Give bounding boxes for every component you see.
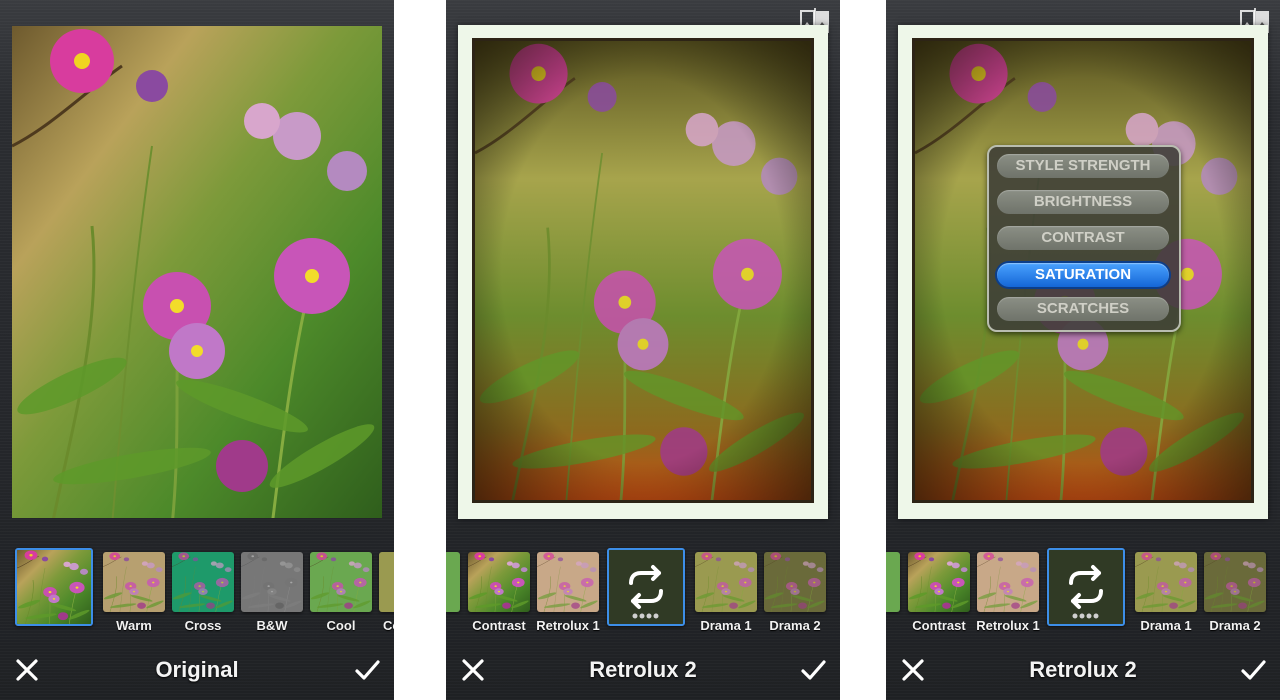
filter-thumb-partial[interactable]: [886, 552, 900, 612]
filter-thumb-drama2[interactable]: [1204, 552, 1266, 612]
filter-strip[interactable]: Contrast Retrolux 1 Drama 1 Drama 2: [886, 548, 1280, 633]
menu-item-brightness[interactable]: BRIGHTNESS: [997, 190, 1169, 214]
editor-panel-retrolux-menu: Contrast Retrolux 1 Drama 1 Drama 2 Retr…: [886, 0, 1280, 700]
filter-thumb-retrolux1[interactable]: [537, 552, 599, 612]
filter-thumb-bw[interactable]: [241, 552, 303, 612]
editor-panel-original: Warm Cross B&W Cool Co Original: [0, 0, 394, 700]
bottom-bar: Retrolux 2: [446, 645, 840, 697]
menu-item-saturation[interactable]: SATURATION: [997, 263, 1169, 287]
filter-thumb-drama1[interactable]: [1135, 552, 1197, 612]
filter-thumb-contrast[interactable]: [908, 552, 970, 612]
photo-preview: [458, 25, 828, 519]
filter-thumb-drama2[interactable]: [764, 552, 826, 612]
checkmark-icon[interactable]: [352, 655, 382, 685]
filter-label: Retrolux 1: [976, 618, 1040, 633]
filter-thumb-partial[interactable]: [446, 552, 460, 612]
checkmark-icon[interactable]: [798, 655, 828, 685]
filter-strip[interactable]: Contrast Retrolux 1 Drama 1 Drama 2: [446, 548, 840, 633]
filter-label: Cool: [326, 618, 356, 633]
photo-preview: [12, 26, 382, 518]
filter-thumb-contrast[interactable]: [468, 552, 530, 612]
menu-item-style-strength[interactable]: STYLE STRENGTH: [997, 154, 1169, 178]
editor-panel-retrolux: Contrast Retrolux 1 Drama 1 Drama 2 Retr…: [446, 0, 840, 700]
menu-item-scratches[interactable]: SCRATCHES: [997, 297, 1169, 321]
filter-label: Drama 2: [1209, 618, 1261, 633]
flower-photo: [12, 26, 382, 518]
filter-label: Retrolux 1: [536, 618, 600, 633]
screen-title: Retrolux 2: [1029, 657, 1137, 682]
filter-thumb-original[interactable]: [15, 548, 93, 626]
screen-title: Original: [155, 657, 239, 682]
checkmark-icon[interactable]: [1238, 655, 1268, 685]
menu-item-contrast[interactable]: CONTRAST: [997, 226, 1169, 250]
filter-thumb-partial[interactable]: [379, 552, 394, 612]
filter-thumb-cool[interactable]: [310, 552, 372, 612]
filter-thumb-warm[interactable]: [103, 552, 165, 612]
filter-label: Drama 2: [769, 618, 821, 633]
screen-title: Retrolux 2: [589, 657, 697, 682]
filter-thumb-retrolux2[interactable]: [607, 548, 685, 626]
filter-thumb-cross[interactable]: [172, 552, 234, 612]
flower-photo: [475, 41, 811, 500]
bottom-bar: Retrolux 2: [886, 645, 1280, 697]
filter-thumb-retrolux1[interactable]: [977, 552, 1039, 612]
bottom-bar: Original: [0, 645, 394, 697]
filter-thumb-retrolux2[interactable]: [1047, 548, 1125, 626]
filter-label: Co: [383, 618, 394, 633]
adjustment-menu: STYLE STRENGTH BRIGHTNESS CONTRAST SATUR…: [987, 145, 1181, 332]
filter-thumb-drama1[interactable]: [695, 552, 757, 612]
filter-strip[interactable]: Warm Cross B&W Cool Co: [0, 548, 394, 633]
